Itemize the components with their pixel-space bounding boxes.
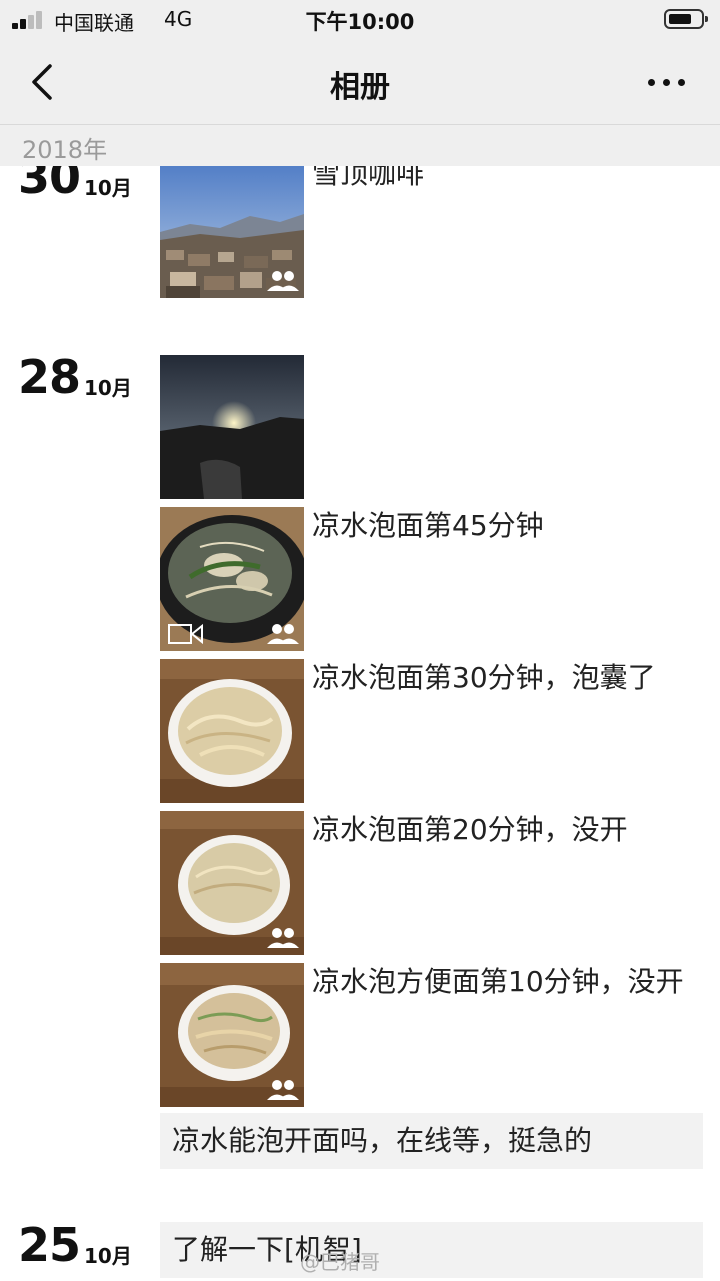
year-label: 2018年 (22, 136, 108, 164)
text-post[interactable]: 凉水能泡开面吗，在线等，挺急的 (160, 1113, 703, 1169)
friends-icon (267, 1080, 299, 1100)
friends-icon (267, 271, 299, 291)
post-thumbnail[interactable] (160, 355, 304, 499)
text-post[interactable]: 了解一下[机智] (160, 1222, 703, 1278)
month-label: 10月 (84, 1244, 132, 1268)
post-thumbnail[interactable] (160, 659, 304, 803)
page-title: 相册 (330, 70, 390, 105)
status-time: 下午10:00 (305, 10, 415, 34)
post-caption: 凉水泡方便面第10分钟，没开 (312, 965, 684, 998)
sunset-photo (160, 355, 304, 499)
friends-icon (267, 928, 299, 948)
day-number: 25 (18, 1218, 81, 1272)
navigation-bar: 相册 (0, 40, 720, 124)
more-dots-icon (648, 79, 655, 86)
post-thumbnail[interactable] (160, 963, 304, 1107)
status-bar: 中国联通 4G 下午10:00 (0, 0, 720, 40)
post-caption: 凉水泡面第20分钟，没开 (312, 813, 628, 846)
post-thumbnail[interactable] (160, 811, 304, 955)
post-caption: 凉水泡面第45分钟 (312, 509, 544, 542)
day-number: 28 (18, 350, 81, 404)
noodle-bowl-photo (160, 659, 304, 803)
video-icon (168, 623, 203, 645)
album-timeline: 30 10月 雪顶咖啡 28 10月 凉水泡面第45分钟 凉水泡面第30分钟，泡… (0, 0, 720, 1281)
battery-icon (664, 9, 708, 29)
watermark: @巴猪哥 (300, 1250, 380, 1274)
post-caption: 凉水泡面第30分钟，泡囊了 (312, 661, 656, 694)
month-label: 10月 (84, 376, 132, 400)
month-label: 10月 (84, 176, 132, 200)
more-button[interactable] (642, 64, 692, 100)
friends-icon (267, 624, 299, 644)
post-thumbnail[interactable] (160, 507, 304, 651)
year-section-header: 2018年 (0, 124, 720, 166)
post-thumbnail[interactable] (160, 154, 304, 298)
